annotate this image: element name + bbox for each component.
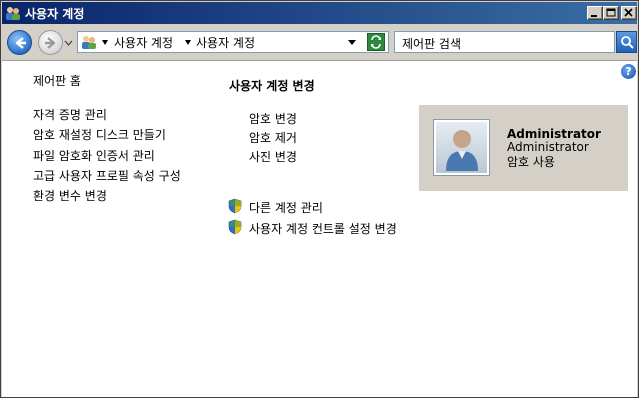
address-bar[interactable]: 사용자 계정 사용자 계정 [77, 31, 389, 53]
recent-pages-chevron-down-icon[interactable] [64, 39, 73, 47]
breadcrumb-item[interactable]: 사용자 계정 [196, 34, 255, 51]
help-icon[interactable]: ? [621, 64, 636, 79]
search-placeholder: 제어판 검색 [402, 37, 462, 51]
account-name: Administrator [507, 127, 601, 141]
manage-other-accounts-label: 다른 계정 관리 [249, 201, 323, 215]
account-password-status: 암호 사용 [507, 155, 555, 169]
refresh-icon [371, 35, 381, 49]
navigation-bar: 사용자 계정 사용자 계정 제어판 검색 [2, 24, 637, 60]
breadcrumb-item[interactable]: 사용자 계정 [114, 34, 173, 51]
sidebar-item-password-reset-disk[interactable]: 암호 재설정 디스크 만들기 [33, 126, 166, 143]
users-icon [5, 5, 21, 21]
forward-arrow-icon [45, 37, 56, 49]
uac-shield-icon [228, 219, 242, 235]
control-panel-icon [81, 34, 97, 50]
close-button[interactable] [621, 6, 637, 20]
manage-other-accounts-link[interactable]: 다른 계정 관리 [227, 198, 347, 215]
minimize-button[interactable] [587, 6, 603, 20]
account-card: Administrator Administrator 암호 사용 [419, 105, 628, 191]
refresh-button[interactable] [367, 33, 385, 51]
uac-shield-icon [228, 198, 242, 214]
window-title: 사용자 계정 [25, 7, 85, 21]
uac-settings-label: 사용자 계정 컨트롤 설정 변경 [249, 222, 397, 236]
page-title: 사용자 계정 변경 [229, 79, 315, 93]
remove-password-link[interactable]: 암호 제거 [249, 129, 297, 146]
sidebar-item-file-encryption-certificates[interactable]: 파일 암호화 인증서 관리 [33, 147, 155, 164]
sidebar-item-environment-variables[interactable]: 환경 변수 변경 [33, 187, 107, 204]
maximize-button[interactable] [603, 6, 619, 20]
change-picture-link[interactable]: 사진 변경 [249, 148, 297, 165]
account-type: Administrator [507, 140, 589, 154]
sidebar-item-advanced-profile-properties[interactable]: 고급 사용자 프로필 속성 구성 [33, 167, 181, 184]
search-icon [621, 36, 634, 49]
search-button[interactable] [616, 31, 637, 53]
content-area: ? 제어판 홈 자격 증명 관리 암호 재설정 디스크 만들기 파일 암호화 인… [2, 60, 637, 397]
search-input[interactable]: 제어판 검색 [394, 31, 615, 53]
address-dropdown-icon[interactable] [348, 40, 356, 45]
change-password-link[interactable]: 암호 변경 [249, 110, 297, 127]
back-button[interactable] [7, 30, 32, 55]
avatar[interactable] [433, 119, 490, 176]
uac-settings-link[interactable]: 사용자 계정 컨트롤 설정 변경 [227, 219, 427, 236]
breadcrumb-chevron-icon[interactable] [102, 40, 108, 45]
back-arrow-icon [15, 37, 26, 49]
title-bar[interactable]: 사용자 계정 [2, 2, 637, 24]
sidebar-control-panel-home[interactable]: 제어판 홈 [33, 72, 81, 89]
forward-button[interactable] [38, 30, 63, 55]
breadcrumb-chevron-icon[interactable] [185, 40, 191, 45]
sidebar-item-credential-manager[interactable]: 자격 증명 관리 [33, 106, 107, 123]
window: 사용자 계정 사용자 계정 사용자 계정 제어판 검색 ? 제어판 홈 자격 증… [0, 0, 639, 398]
user-avatar-icon [446, 130, 478, 171]
